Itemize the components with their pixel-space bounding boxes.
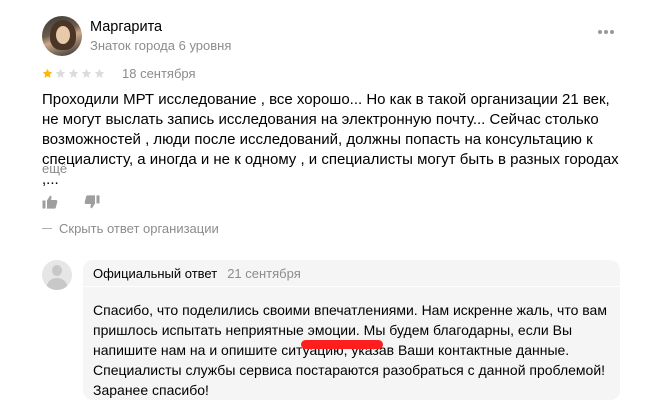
official-reply-header: Официальный ответ 21 сентября <box>93 266 301 286</box>
reply-divider <box>83 286 620 287</box>
hide-reply-label: Скрыть ответ организации <box>59 221 219 236</box>
hide-reply-toggle[interactable]: Скрыть ответ организации <box>42 221 219 236</box>
more-dots-icon[interactable] <box>596 30 616 36</box>
redaction-mark <box>301 340 383 349</box>
star-icon <box>94 68 105 78</box>
thumbs-up-icon[interactable] <box>42 195 58 209</box>
star-icon <box>68 68 79 78</box>
official-reply-title: Официальный ответ <box>93 266 218 281</box>
read-more-link[interactable]: ещё <box>42 161 67 176</box>
rating-stars <box>42 68 105 80</box>
author-avatar[interactable] <box>42 16 82 56</box>
star-icon <box>55 68 66 78</box>
star-icon <box>81 68 92 78</box>
author-name[interactable]: Маргарита <box>90 19 162 35</box>
official-reply-text: Спасибо, что поделились своими впечатлен… <box>93 302 607 398</box>
review-date: 18 сентября <box>122 66 196 81</box>
star-icon <box>42 68 53 78</box>
official-reply-date: 21 сентября <box>227 266 301 281</box>
avatar-face <box>56 26 70 44</box>
official-reply-box: Официальный ответ 21 сентября Спасибо, ч… <box>83 260 620 400</box>
author-level: Знаток города 6 уровня <box>90 38 232 53</box>
thumbs-down-icon[interactable] <box>84 195 100 209</box>
review-text: Проходили МРТ исследование , все хорошо.… <box>42 91 619 188</box>
dash-icon <box>42 228 52 230</box>
organization-avatar <box>42 260 72 290</box>
